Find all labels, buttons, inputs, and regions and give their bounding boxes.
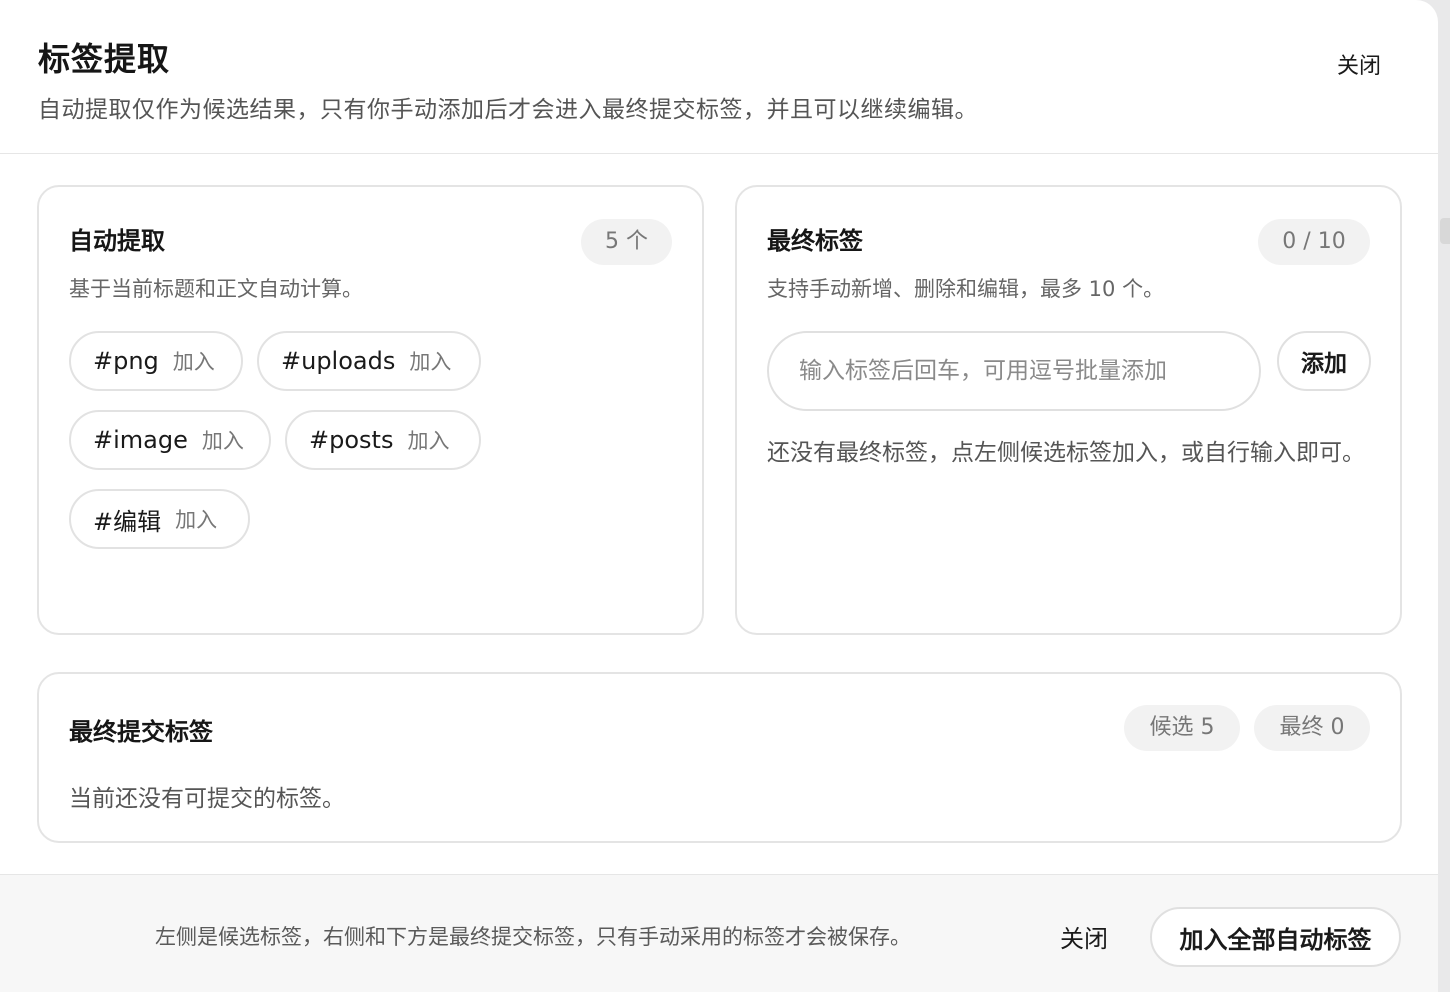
- submit-tags-card: 最终提交标签 候选 5 最终 0 当前还没有可提交的标签。: [37, 672, 1402, 843]
- chip-add-label: 加入: [409, 350, 452, 374]
- chip-tag: #png: [93, 347, 159, 375]
- candidate-chip-edit[interactable]: #编辑 加入: [69, 489, 250, 549]
- candidate-chip-uploads[interactable]: #uploads 加入: [257, 331, 481, 391]
- auto-extract-title: 自动提取: [69, 227, 165, 255]
- tag-input[interactable]: [767, 331, 1261, 411]
- chip-tag: #编辑: [93, 507, 162, 536]
- final-count-badge: 最终 0: [1254, 705, 1370, 751]
- final-tags-empty-text: 还没有最终标签，点左侧候选标签加入，或自行输入即可。: [767, 440, 1365, 466]
- footer-close-button[interactable]: 关闭: [1060, 919, 1108, 954]
- chip-tag: #posts: [309, 426, 394, 454]
- candidate-chip-png[interactable]: #png 加入: [69, 331, 243, 391]
- chip-tag: #uploads: [281, 347, 396, 375]
- dialog-footer: 左侧是候选标签，右侧和下方是最终提交标签，只有手动采用的标签才会被保存。 关闭 …: [0, 874, 1438, 992]
- auto-extract-description: 基于当前标题和正文自动计算。: [69, 277, 363, 301]
- header-close-button[interactable]: 关闭: [1337, 48, 1381, 80]
- chip-add-label: 加入: [407, 429, 450, 453]
- footer-note: 左侧是候选标签，右侧和下方是最终提交标签，只有手动采用的标签才会被保存。: [155, 925, 911, 949]
- auto-extract-card: 自动提取 5 个 基于当前标题和正文自动计算。 #png 加入 #uploads…: [37, 185, 704, 635]
- scrollbar-thumb[interactable]: [1440, 218, 1450, 244]
- chip-add-label: 加入: [172, 350, 215, 374]
- final-tags-card: 最终标签 0 / 10 支持手动新增、删除和编辑，最多 10 个。 添加 还没有…: [735, 185, 1402, 635]
- tag-extract-dialog: 标签提取 自动提取仅作为候选结果，只有你手动添加后才会进入最终提交标签，并且可以…: [0, 0, 1438, 992]
- dialog-title: 标签提取: [38, 40, 171, 78]
- auto-extract-count-badge: 5 个: [581, 219, 672, 265]
- final-tags-title: 最终标签: [767, 227, 863, 255]
- add-tag-button[interactable]: 添加: [1277, 331, 1371, 391]
- final-tags-count-badge: 0 / 10: [1258, 219, 1370, 265]
- candidate-count-badge: 候选 5: [1124, 705, 1240, 751]
- add-all-auto-tags-button[interactable]: 加入全部自动标签: [1150, 907, 1401, 967]
- submit-tags-empty-text: 当前还没有可提交的标签。: [69, 786, 345, 812]
- final-tags-description: 支持手动新增、删除和编辑，最多 10 个。: [767, 277, 1165, 301]
- dialog-header: 标签提取 自动提取仅作为候选结果，只有你手动添加后才会进入最终提交标签，并且可以…: [0, 0, 1438, 154]
- candidate-chip-image[interactable]: #image 加入: [69, 410, 271, 470]
- submit-tags-title: 最终提交标签: [69, 718, 213, 746]
- chip-add-label: 加入: [201, 429, 244, 453]
- candidate-chip-posts[interactable]: #posts 加入: [285, 410, 481, 470]
- chip-add-label: 加入: [175, 508, 218, 532]
- chip-tag: #image: [93, 426, 188, 454]
- dialog-subtitle: 自动提取仅作为候选结果，只有你手动添加后才会进入最终提交标签，并且可以继续编辑。: [38, 97, 978, 123]
